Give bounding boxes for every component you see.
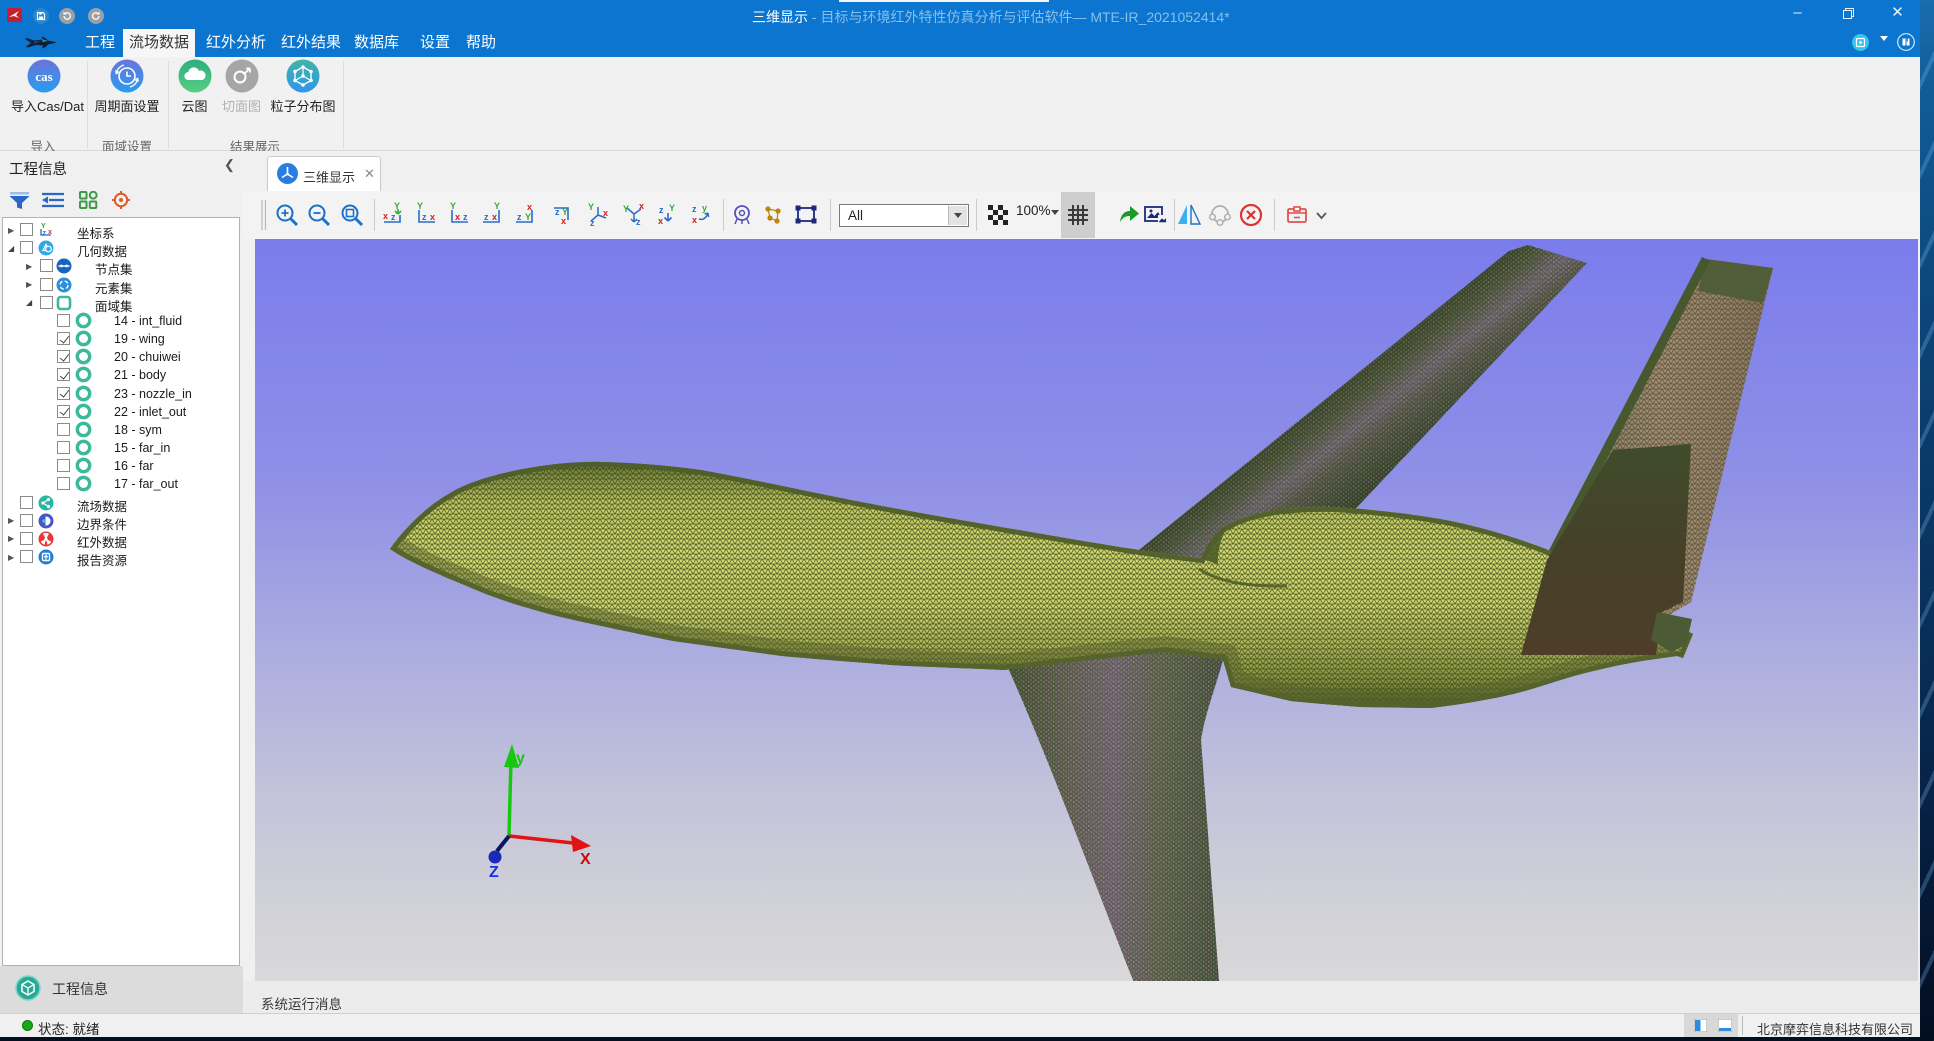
svg-text:z: z <box>43 230 47 237</box>
svg-text:x: x <box>639 202 644 211</box>
svg-text:z: z <box>590 218 595 228</box>
svg-text:z: z <box>463 212 468 222</box>
svg-text:Y: Y <box>525 212 531 222</box>
svg-text:x: x <box>658 216 663 226</box>
svg-text:y: y <box>702 203 707 213</box>
svg-text:y: y <box>516 750 525 767</box>
svg-text:z: z <box>422 212 427 222</box>
svg-text:Y: Y <box>394 202 400 211</box>
svg-text:Y: Y <box>494 202 500 211</box>
svg-text:z: z <box>659 205 664 215</box>
svg-text:Y: Y <box>623 204 629 214</box>
svg-text:Y: Y <box>417 202 423 211</box>
svg-text:x: x <box>455 212 460 222</box>
svg-text:x: x <box>383 211 388 221</box>
svg-text:z: z <box>636 217 641 227</box>
svg-text:x: x <box>430 212 435 222</box>
svg-text:z: z <box>484 212 489 222</box>
svg-text:z: z <box>391 212 396 222</box>
svg-text:x: x <box>692 215 697 225</box>
svg-text:Y: Y <box>41 223 46 230</box>
svg-text:Y: Y <box>669 203 675 213</box>
svg-text:x: x <box>603 208 608 218</box>
svg-text:cas: cas <box>35 69 52 84</box>
svg-text:z: z <box>555 207 560 217</box>
svg-text:z: z <box>692 204 697 214</box>
svg-text:X: X <box>580 851 591 868</box>
svg-text:Y: Y <box>588 202 594 212</box>
svg-text:x: x <box>527 202 532 212</box>
svg-text:z: z <box>517 212 522 222</box>
svg-text:x: x <box>48 229 52 236</box>
svg-text:x: x <box>561 216 566 226</box>
svg-text:x: x <box>492 212 497 222</box>
svg-text:Z: Z <box>489 864 499 881</box>
svg-text:Y: Y <box>450 202 456 211</box>
